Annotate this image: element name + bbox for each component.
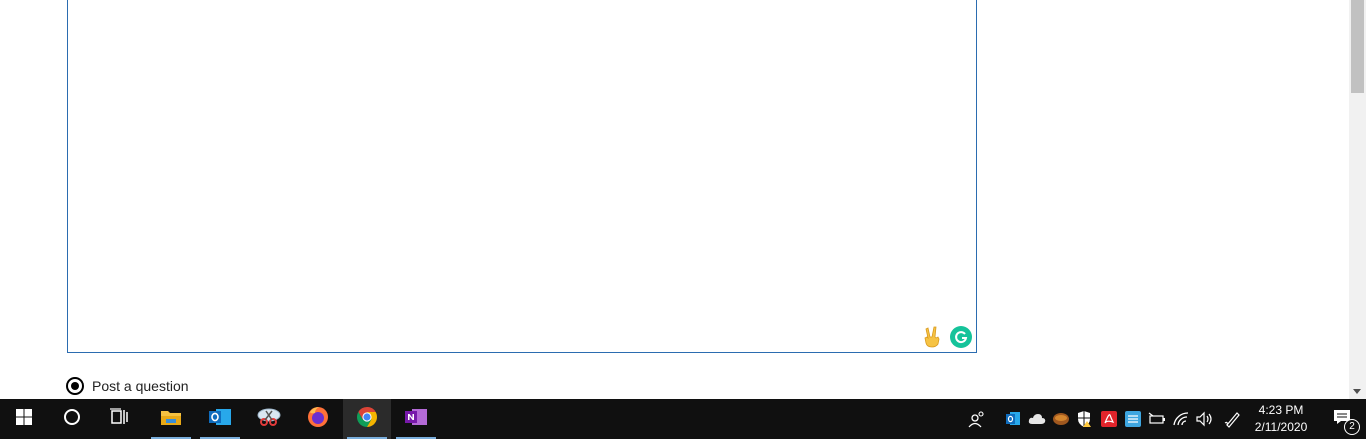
grammarly-icon[interactable] [950, 326, 972, 348]
outlook-tray-icon[interactable] [1004, 409, 1022, 429]
taskbar-clock[interactable]: 4:23 PM 2/11/2020 [1248, 402, 1314, 436]
radio-selected-dot [71, 382, 79, 390]
search-button[interactable] [48, 399, 96, 439]
firefox-button[interactable] [294, 399, 342, 439]
start-button[interactable] [0, 399, 48, 439]
task-view-button[interactable] [96, 399, 144, 439]
post-question-option[interactable]: Post a question [66, 377, 189, 395]
outlook-icon [208, 407, 232, 432]
outlook-button[interactable] [196, 399, 244, 439]
post-question-label: Post a question [92, 378, 189, 394]
onenote-button[interactable] [392, 399, 440, 439]
cortana-circle-icon [63, 408, 81, 431]
file-explorer-button[interactable] [147, 399, 195, 439]
app-tray-icon[interactable] [1052, 409, 1070, 429]
chrome-button[interactable] [343, 399, 391, 439]
browser-page: Post a question [0, 0, 1349, 399]
wifi-icon[interactable] [1172, 409, 1190, 429]
windows-start-icon [16, 408, 32, 430]
network-app-tray-icon[interactable] [1124, 409, 1142, 429]
notification-count-badge: 2 [1344, 419, 1360, 435]
taskbar: 4:23 PM 2/11/2020 2 [0, 399, 1366, 439]
clock-date: 2/11/2020 [1254, 420, 1308, 434]
scrollbar-thumb[interactable] [1351, 0, 1364, 93]
post-question-radio[interactable] [66, 377, 84, 395]
question-textarea[interactable] [67, 0, 977, 353]
peace-hand-icon[interactable] [922, 326, 942, 348]
acrobat-tray-icon[interactable] [1100, 409, 1118, 429]
folder-icon [160, 408, 182, 431]
onedrive-cloud-icon[interactable] [1028, 409, 1046, 429]
task-view-icon [110, 407, 130, 431]
action-center-button[interactable]: 2 [1318, 399, 1366, 439]
vertical-scrollbar[interactable] [1349, 0, 1366, 399]
scroll-down-arrow-icon[interactable] [1353, 389, 1361, 394]
windows-ink-pen-icon[interactable] [1224, 409, 1242, 429]
chrome-icon [356, 406, 378, 433]
clock-time: 4:23 PM [1258, 403, 1304, 417]
onenote-icon [404, 407, 428, 432]
battery-plug-icon[interactable] [1148, 409, 1166, 429]
firefox-icon [307, 406, 329, 433]
volume-icon[interactable] [1196, 409, 1214, 429]
people-icon[interactable] [968, 409, 986, 429]
security-shield-icon[interactable] [1076, 409, 1094, 429]
snipping-tool-button[interactable] [245, 399, 293, 439]
scissors-icon [256, 406, 282, 433]
